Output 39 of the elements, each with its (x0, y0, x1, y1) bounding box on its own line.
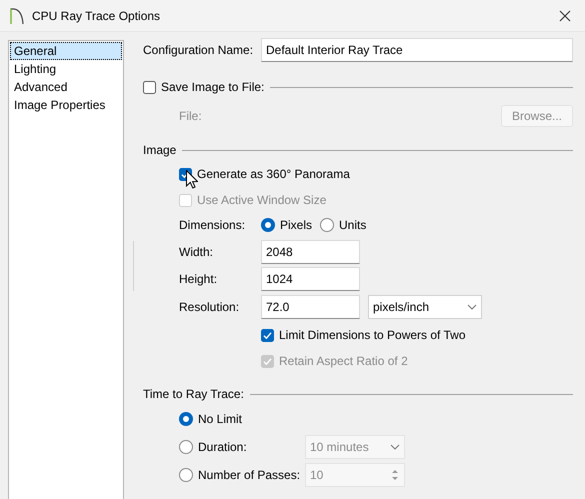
radio-label: Pixels (280, 218, 312, 232)
field-label: Height: (179, 272, 218, 286)
sidebar-item[interactable]: Advanced (10, 78, 122, 96)
sidebar-item[interactable]: General (10, 42, 122, 60)
window-title: CPU Ray Trace Options (32, 8, 160, 22)
sidebar-item[interactable]: Image Properties (10, 96, 122, 114)
checkbox-label: Use Active Window Size (197, 193, 326, 207)
field-label: File: (179, 109, 202, 123)
splitter-handle[interactable] (133, 240, 134, 290)
radio-label: Units (339, 218, 366, 232)
field-label: Configuration Name: (143, 43, 254, 57)
sidebar-item[interactable]: Lighting (10, 60, 122, 78)
checkbox-label: Generate as 360° Panorama (197, 167, 350, 181)
radio-label: Number of Passes: (198, 468, 302, 482)
field-label: Width: (179, 245, 214, 259)
section-title: Image (143, 143, 176, 157)
radio-label: No Limit (198, 412, 244, 426)
caret-icon (467, 304, 477, 310)
checkbox-label: Retain Aspect Ratio of 2 (279, 354, 408, 368)
close-icon[interactable] (559, 10, 571, 22)
input-field[interactable]: 2048 (261, 240, 360, 264)
input-field[interactable]: 72.0 (261, 295, 360, 319)
radio-button[interactable] (179, 412, 193, 426)
checkbox[interactable] (261, 328, 274, 342)
radio-label: Duration: (198, 440, 248, 454)
field-label: Resolution: (179, 300, 240, 314)
field-label: Dimensions: (179, 218, 246, 232)
cursor-icon (186, 170, 198, 189)
checkbox-label: Limit Dimensions to Powers of Two (279, 328, 466, 342)
input-field[interactable]: Default Interior Ray Trace (261, 38, 573, 62)
unit-dropdown[interactable]: pixels/inch (368, 295, 482, 319)
app-icon (10, 8, 24, 24)
checkbox[interactable] (143, 80, 156, 94)
radio-button[interactable] (261, 218, 275, 232)
checkbox-label: Save Image to File: (161, 80, 264, 94)
caret-icon (390, 444, 400, 450)
section-title: Time to Ray Trace: (143, 387, 244, 401)
input-field[interactable]: 1024 (261, 267, 360, 291)
radio-button[interactable] (320, 218, 334, 232)
